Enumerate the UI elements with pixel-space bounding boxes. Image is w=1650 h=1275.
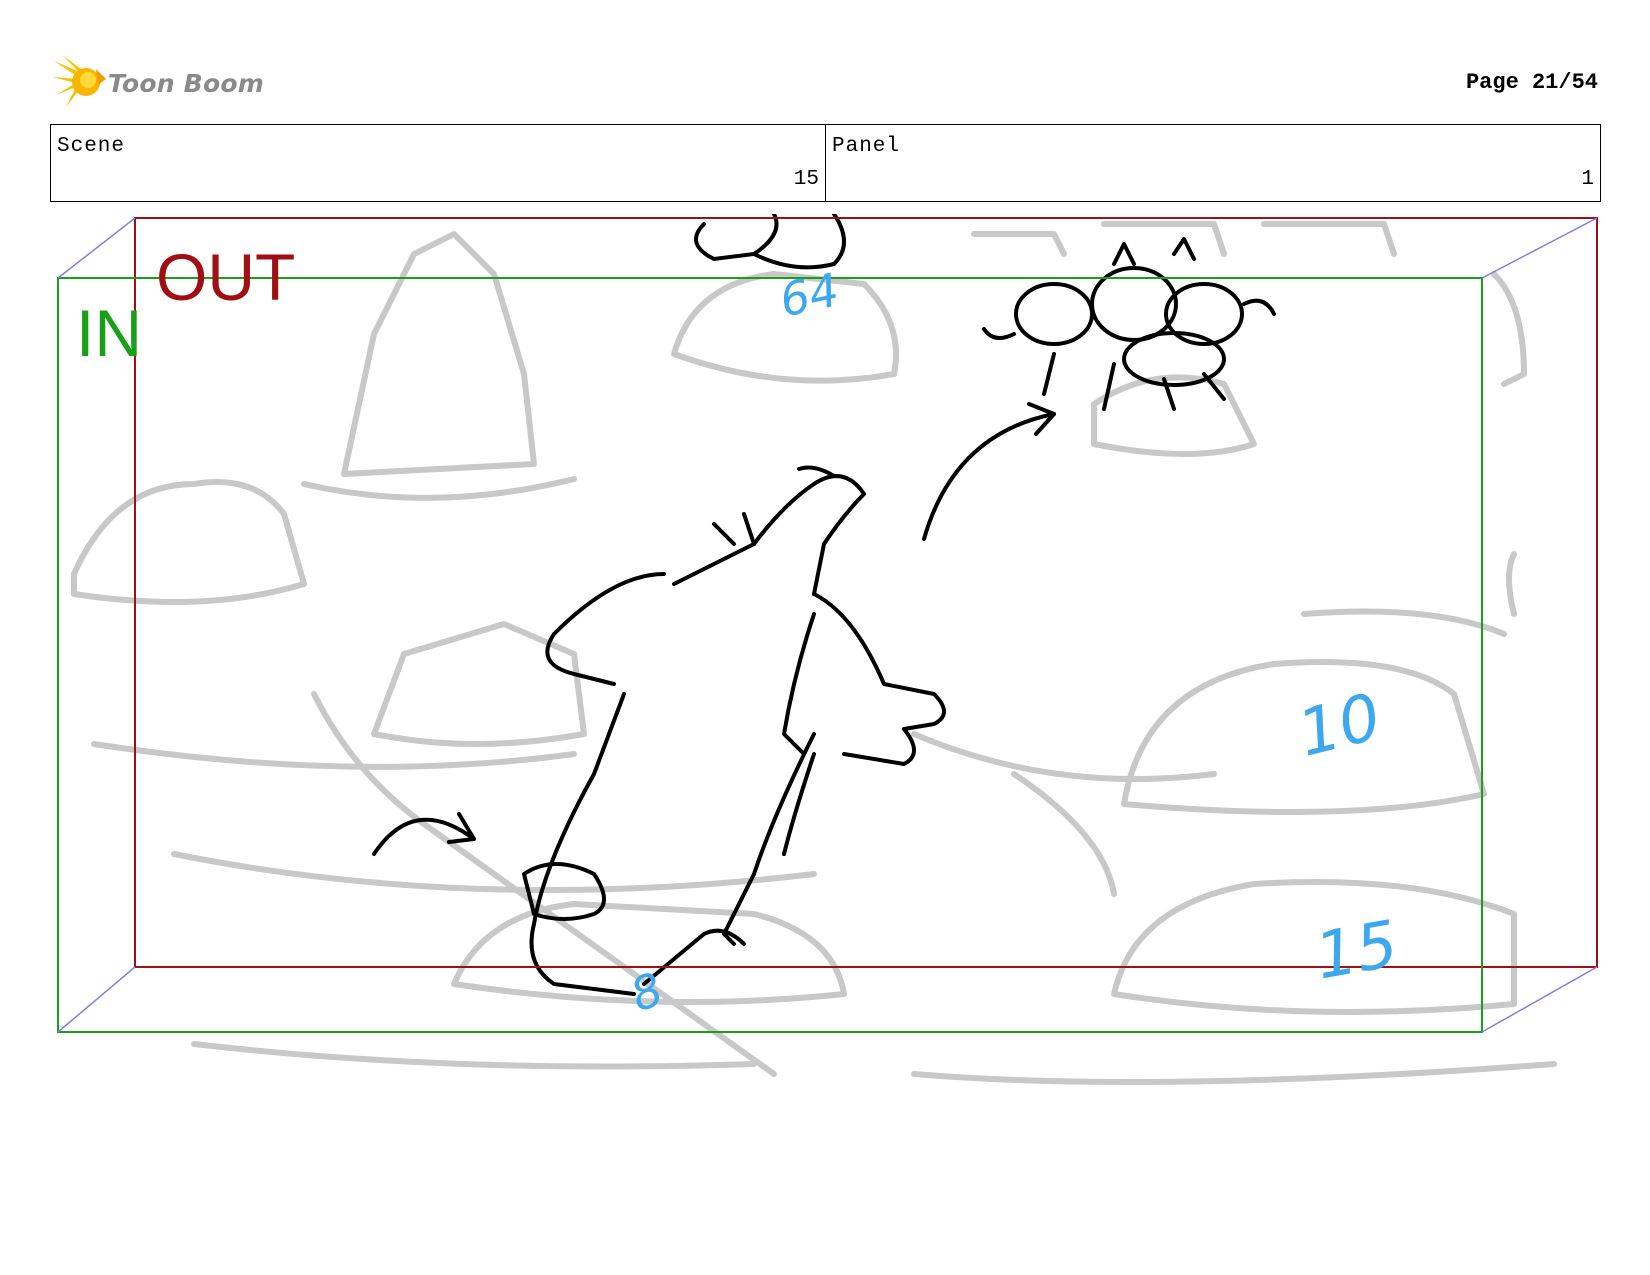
starburst-icon <box>52 55 106 107</box>
scene-cell: Scene 15 <box>51 125 825 201</box>
top-character-sketch <box>694 214 846 270</box>
scene-panel-info: Scene 15 Panel 1 <box>50 124 1601 202</box>
character-sketch <box>522 465 946 996</box>
panel-number: 1 <box>1581 168 1594 191</box>
camera-out-frame <box>134 217 1598 968</box>
motion-arrows <box>372 402 1056 856</box>
annotation-64: 64 <box>775 262 844 328</box>
logo-text: Toon Boom <box>108 69 264 98</box>
panel-cell: Panel 1 <box>825 125 1600 201</box>
panel-label: Panel <box>832 135 901 158</box>
camera-out-label: OUT <box>156 240 296 314</box>
annotation-10: 10 <box>1291 680 1389 772</box>
storyboard-panel: IN OUT 64 10 15 8 <box>54 214 1600 1100</box>
toon-boom-logo: Toon Boom <box>52 55 312 115</box>
camera-in-label: IN <box>76 296 142 370</box>
scene-label: Scene <box>57 135 126 158</box>
annotation-15: 15 <box>1310 907 1404 995</box>
camera-perspective-lines <box>57 217 1598 1033</box>
scene-number: 15 <box>793 168 819 191</box>
page-number: Page 21/54 <box>1465 70 1598 95</box>
